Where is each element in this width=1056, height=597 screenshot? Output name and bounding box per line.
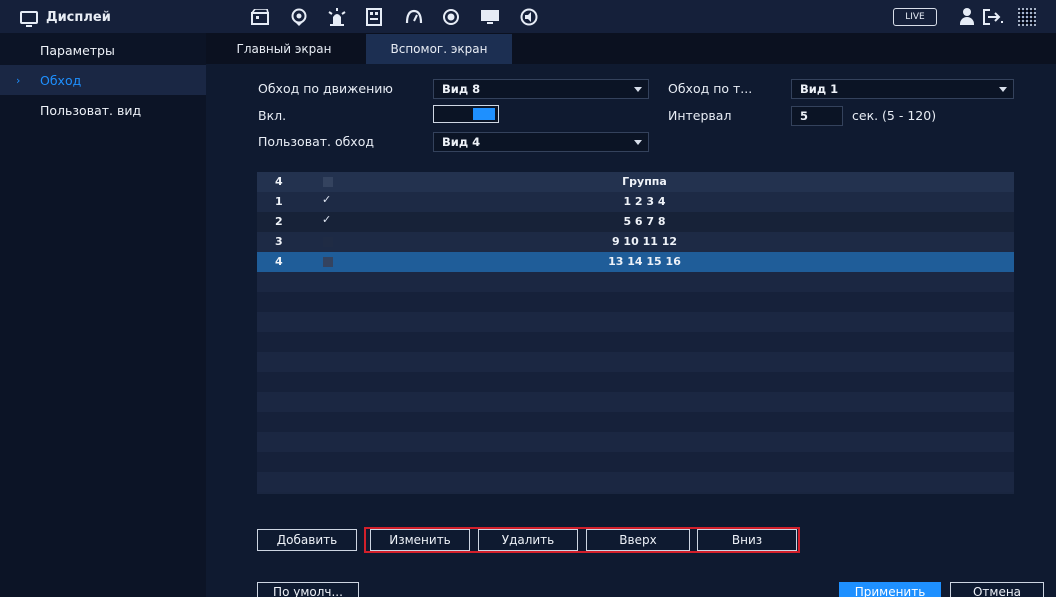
empty-row: [257, 432, 1014, 452]
apply-button[interactable]: Применить: [839, 582, 941, 597]
sidebar-item-label: Пользоват. вид: [40, 102, 142, 118]
sidebar-item-parameters[interactable]: Параметры: [0, 35, 206, 65]
cancel-button[interactable]: Отмена: [950, 582, 1044, 597]
empty-row: [257, 312, 1014, 332]
empty-row: [257, 412, 1014, 432]
custom-tour-value: Вид 4: [442, 135, 481, 149]
storage-icon[interactable]: [363, 7, 385, 27]
motion-tour-label: Обход по движению: [258, 81, 393, 96]
sidebar-item-custom-view[interactable]: Пользоват. вид: [0, 95, 206, 125]
motion-tour-value: Вид 8: [442, 82, 481, 96]
system-icon[interactable]: [403, 7, 425, 27]
tab-main-screen[interactable]: Главный экран: [214, 34, 354, 64]
chevron-down-icon: [634, 140, 642, 145]
row-group: 9 10 11 12: [611, 235, 678, 248]
alarm-icon[interactable]: [326, 7, 348, 27]
enable-toggle[interactable]: [433, 105, 499, 123]
empty-row: [257, 292, 1014, 312]
empty-row: [257, 372, 1014, 392]
tab-aux-screen[interactable]: Вспомог. экран: [366, 34, 512, 64]
custom-tour-select[interactable]: Вид 4: [433, 132, 649, 152]
empty-row: [257, 472, 1014, 492]
motion-tour-select[interactable]: Вид 8: [433, 79, 649, 99]
menu-title: Дисплей: [20, 6, 111, 28]
audio-icon[interactable]: [518, 7, 540, 27]
empty-row: [257, 392, 1014, 412]
display-icon: [20, 10, 38, 27]
table-row[interactable]: 1 1 2 3 4: [257, 192, 1014, 212]
record-icon[interactable]: [440, 7, 462, 27]
sidebar-item-label: Обход: [40, 72, 82, 88]
live-button[interactable]: LIVE: [893, 8, 937, 26]
interval-input[interactable]: 5: [791, 106, 843, 126]
group-table: 4 Группа 1 1 2 3 4 2 5 6 7 8 3 9 10 11 1…: [257, 172, 1014, 494]
qr-code-icon[interactable]: [1018, 8, 1036, 26]
enable-label: Вкл.: [258, 108, 287, 123]
default-button[interactable]: По умолч...: [257, 582, 359, 597]
chevron-right-icon: ›: [16, 73, 21, 87]
menu-title-label: Дисплей: [46, 9, 111, 25]
alarm-tour-value: Вид 1: [800, 82, 839, 96]
display-icon[interactable]: [479, 7, 501, 27]
empty-row: [257, 272, 1014, 292]
table-row[interactable]: 3 9 10 11 12: [257, 232, 1014, 252]
alarm-tour-select[interactable]: Вид 1: [791, 79, 1014, 99]
custom-tour-label: Пользоват. обход: [258, 134, 374, 149]
sidebar-item-label: Параметры: [40, 42, 115, 58]
camera-icon[interactable]: [249, 7, 271, 27]
table-header: 4 Группа: [257, 172, 1014, 192]
chevron-down-icon: [634, 87, 642, 92]
network-icon[interactable]: [288, 7, 310, 27]
header-group: Группа: [622, 175, 667, 188]
row-group: 1 2 3 4: [623, 195, 666, 208]
user-icon[interactable]: [958, 7, 976, 27]
sidebar-item-tour[interactable]: › Обход: [0, 65, 206, 95]
table-row-selected[interactable]: 4 13 14 15 16: [257, 252, 1014, 272]
empty-row: [257, 332, 1014, 352]
chevron-down-icon: [999, 87, 1007, 92]
table-row[interactable]: 2 5 6 7 8: [257, 212, 1014, 232]
interval-label: Интервал: [668, 108, 732, 123]
empty-row: [257, 452, 1014, 472]
toggle-knob: [473, 108, 495, 120]
row-group: 5 6 7 8: [623, 215, 666, 228]
interval-unit: сек. (5 - 120): [852, 108, 937, 123]
highlight-annotation: [364, 527, 800, 553]
empty-row: [257, 352, 1014, 372]
logout-icon[interactable]: [982, 8, 1004, 26]
top-bar: Дисплей LIVE: [0, 0, 1056, 33]
alarm-tour-label: Обход по т...: [668, 81, 753, 96]
row-group: 13 14 15 16: [608, 255, 681, 268]
add-button[interactable]: Добавить: [257, 529, 357, 551]
sidebar: Параметры › Обход Пользоват. вид: [0, 33, 206, 597]
